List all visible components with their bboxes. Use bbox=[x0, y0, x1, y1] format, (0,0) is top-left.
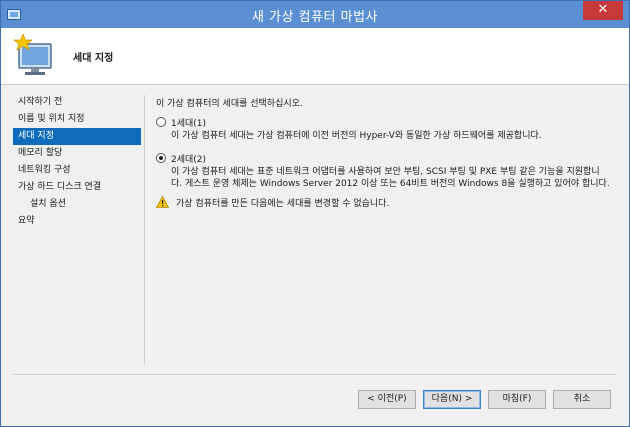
sidebar-item-install-options[interactable]: 설치 옵션 bbox=[13, 196, 141, 213]
generation-1-label[interactable]: 1세대(1) bbox=[171, 116, 206, 129]
window-title: 새 가상 컴퓨터 마법사 bbox=[251, 10, 379, 25]
generation-1-desc-line: 이 가상 컴퓨터 세대는 가상 컴퓨터에 이전 버전의 Hyper-V와 동일한… bbox=[171, 131, 542, 141]
sidebar-item-generation[interactable]: 세대 지정 bbox=[13, 128, 141, 145]
generation-2-label[interactable]: 2세대(2) bbox=[171, 152, 206, 165]
warning-text: 가상 컴퓨터를 만든 다음에는 세대를 변경할 수 없습니다. bbox=[176, 199, 390, 209]
wizard-window: 새 가상 컴퓨터 마법사 ✕ 세대 지정 시작하기 전 이름 및 위치 지정 세… bbox=[0, 0, 630, 427]
cancel-button[interactable]: 취소 bbox=[553, 390, 611, 409]
finish-button[interactable]: 마침(F) bbox=[488, 390, 546, 409]
instruction-text: 이 가상 컴퓨터의 세대를 선택하십시오. bbox=[156, 99, 303, 109]
sidebar-item-virtual-disk[interactable]: 가상 하드 디스크 연결 bbox=[13, 179, 141, 196]
generation-1-description: 이 가상 컴퓨터 세대는 가상 컴퓨터에 이전 버전의 Hyper-V와 동일한… bbox=[171, 130, 542, 142]
close-button[interactable]: ✕ bbox=[583, 1, 623, 20]
page-heading: 세대 지정 bbox=[73, 53, 114, 64]
footer-divider bbox=[13, 374, 617, 375]
sidebar-item-memory[interactable]: 메모리 할당 bbox=[13, 145, 141, 162]
sidebar-item-before-you-begin[interactable]: 시작하기 전 bbox=[13, 94, 141, 111]
previous-button[interactable]: < 이전(P) bbox=[358, 390, 416, 409]
next-button[interactable]: 다음(N) > bbox=[423, 390, 481, 409]
generation-2-desc-line: 이 가상 컴퓨터 세대는 표준 네트워크 어댑터를 사용하여 보안 부팅, SC… bbox=[171, 167, 600, 177]
generation-1-radio[interactable] bbox=[156, 117, 166, 127]
warning-triangle-icon bbox=[156, 196, 169, 208]
sidebar-item-name-location[interactable]: 이름 및 위치 지정 bbox=[13, 111, 141, 128]
title-bar[interactable]: 새 가상 컴퓨터 마법사 ✕ bbox=[1, 1, 629, 28]
monitor-star-icon bbox=[13, 33, 52, 75]
wizard-steps-sidebar: 시작하기 전 이름 및 위치 지정 세대 지정 메모리 할당 네트워킹 구성 가… bbox=[13, 94, 141, 230]
generation-2-description: 이 가상 컴퓨터 세대는 표준 네트워크 어댑터를 사용하여 보안 부팅, SC… bbox=[171, 166, 610, 190]
wizard-header: 세대 지정 bbox=[1, 28, 629, 85]
sidebar-item-networking[interactable]: 네트워킹 구성 bbox=[13, 162, 141, 179]
generation-2-radio[interactable] bbox=[156, 153, 166, 163]
generation-2-desc-line: 다. 게스트 운영 체제는 Windows Server 2012 이상 또는 … bbox=[171, 179, 610, 189]
sidebar-divider bbox=[144, 95, 145, 365]
sidebar-item-summary[interactable]: 요약 bbox=[13, 213, 141, 230]
